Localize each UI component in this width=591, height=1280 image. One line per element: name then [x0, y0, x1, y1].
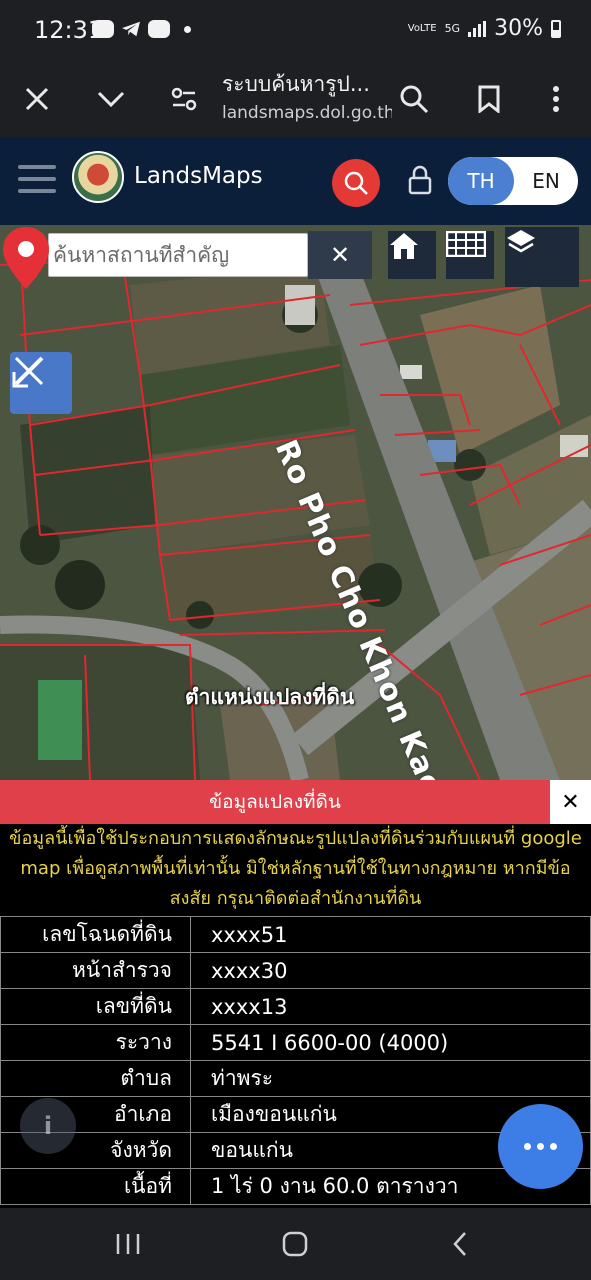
close-icon: ✕ [561, 789, 580, 815]
notification-icons [92, 20, 191, 38]
grid-button[interactable] [446, 231, 494, 279]
language-toggle: TH EN [448, 157, 578, 205]
fab-dot [524, 1143, 531, 1150]
site-settings-button[interactable] [160, 75, 208, 123]
telegram-icon [122, 21, 140, 37]
header-search-button[interactable] [332, 159, 380, 207]
more-vert-icon [553, 86, 559, 112]
info-label: ระวาง [0, 1024, 191, 1061]
info-label: หน้าสำรวจ [0, 952, 191, 989]
search-icon [400, 85, 429, 114]
browser-toolbar: ระบบค้นหารูป... landsmaps.dol.go.th [0, 62, 591, 137]
clear-search-button[interactable]: ✕ [308, 231, 372, 279]
url-host: landsmaps.dol.go.th [222, 103, 392, 123]
lang-en-button[interactable]: EN [514, 157, 578, 205]
info-label: เลขที่ดิน [0, 988, 191, 1025]
page-title: ระบบค้นหารูป... [222, 72, 370, 96]
minimize-button[interactable] [87, 75, 135, 123]
info-label: ตำบล [0, 1060, 191, 1097]
home-button[interactable] [388, 231, 436, 279]
volte-indicator: VoLTE [407, 22, 437, 34]
info-label: เนื้อที่ [0, 1168, 191, 1205]
tune-icon [171, 87, 197, 111]
battery-icon [551, 19, 561, 38]
status-bar: 12:31 VoLTE 5G 30% [0, 0, 591, 62]
layers-icon [507, 230, 535, 253]
bookmark-icon [478, 85, 500, 113]
info-row: ระวาง 5541 I 6600-00 (4000) [0, 1024, 591, 1061]
back-icon [453, 1232, 466, 1256]
network-type: 5G [444, 22, 461, 35]
brand-name: LandsMaps [134, 163, 263, 189]
battery-percent: 30% [494, 16, 543, 41]
signal-icon [468, 20, 487, 37]
fab-dot [537, 1143, 544, 1150]
recents-icon [116, 1234, 140, 1254]
home-icon [390, 233, 418, 259]
more-actions-fab[interactable] [498, 1104, 583, 1189]
info-row: เนื้อที่ 1 ไร่ 0 งาน 60.0 ตารางวา [0, 1168, 591, 1205]
info-row: ตำบล ท่าพระ [0, 1060, 591, 1097]
close-tab-button[interactable] [13, 75, 61, 123]
pin-label: ตำแหน่งแปลงที่ดิน [185, 685, 355, 709]
chevron-down-icon [97, 91, 125, 108]
info-value: xxxx30 [190, 952, 591, 989]
site-header: LandsMaps TH EN [0, 137, 591, 225]
map-view[interactable]: ✕ Ro Pho Cho Khon Kaen 3024 Rd ตำแหน่งแป… [0, 225, 591, 780]
info-row: เลขโฉนดที่ดิน xxxx51 [0, 916, 591, 953]
menu-icon[interactable] [18, 165, 56, 195]
back-button[interactable] [440, 1228, 480, 1260]
place-search-box [48, 233, 308, 277]
info-value: xxxx51 [190, 916, 591, 953]
overflow-menu-button[interactable] [532, 75, 580, 123]
grid-icon [446, 231, 486, 257]
bookmark-button[interactable] [465, 75, 513, 123]
panel-close-button[interactable]: ✕ [550, 780, 591, 824]
info-value: 5541 I 6600-00 (4000) [190, 1024, 591, 1061]
clear-icon: ✕ [329, 241, 351, 269]
department-logo [72, 151, 124, 203]
ruler-pencil-icon [12, 356, 44, 388]
more-notifications-dot [184, 25, 191, 33]
info-row: เลขที่ดิน xxxx13 [0, 988, 591, 1025]
info-icon[interactable]: i [20, 1098, 76, 1154]
find-in-page-button[interactable] [390, 75, 438, 123]
info-value: xxxx13 [190, 988, 591, 1025]
lock-icon[interactable] [405, 165, 435, 195]
lang-th-button[interactable]: TH [448, 157, 514, 205]
info-row: หน้าสำรวจ xxxx30 [0, 952, 591, 989]
measure-tool-button[interactable] [10, 352, 72, 414]
status-indicators: VoLTE 5G 30% [408, 16, 561, 41]
url-block[interactable]: ระบบค้นหารูป... landsmaps.dol.go.th [222, 68, 392, 123]
search-icon [344, 171, 368, 195]
place-search-input[interactable] [53, 243, 307, 267]
recent-apps-button[interactable] [108, 1228, 148, 1260]
home-circle-icon [282, 1231, 308, 1257]
system-nav-bar [0, 1208, 591, 1280]
disclaimer-notice: ข้อมูลนี้เพื่อใช้ประกอบการแสดงลักษณะรูปแ… [9, 828, 582, 909]
home-nav-button[interactable] [275, 1228, 315, 1260]
panel-title: ข้อมูลแปลงที่ดิน [0, 780, 550, 824]
close-icon [25, 87, 49, 111]
line-app-icon-2 [148, 20, 170, 38]
line-app-icon [92, 20, 114, 38]
fab-dot [550, 1143, 557, 1150]
location-pin-icon[interactable] [0, 225, 52, 291]
layers-button[interactable] [505, 227, 579, 287]
info-value: ท่าพระ [190, 1060, 591, 1097]
info-label: เลขโฉนดที่ดิน [0, 916, 191, 953]
